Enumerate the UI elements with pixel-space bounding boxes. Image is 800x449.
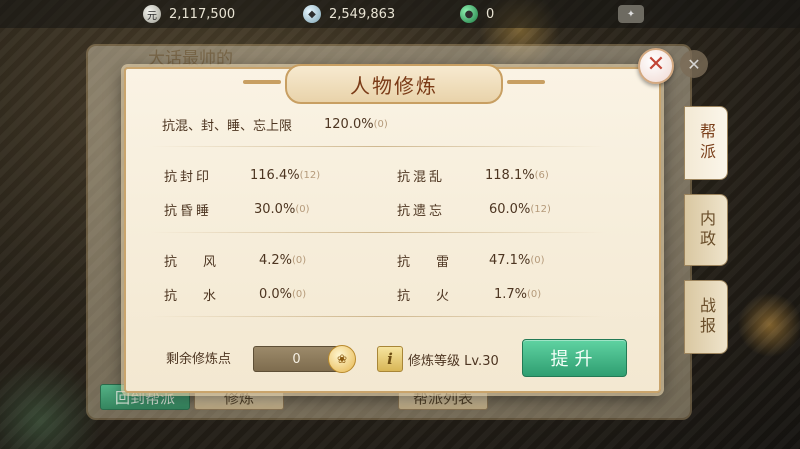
stat-bonus: (0) <box>527 289 542 300</box>
info-icon[interactable]: i <box>377 346 403 372</box>
resource-extra-icon[interactable]: ✦ <box>618 5 644 23</box>
stat-label: 抗 火 <box>397 289 450 304</box>
tab-faction[interactable]: 帮派 <box>684 106 728 180</box>
stat-bonus: (0) <box>292 289 307 300</box>
silver-amount: 2,117,500 <box>169 6 236 22</box>
stat-value: 4.2% <box>259 253 293 268</box>
jade-resource: ● 0 <box>460 4 494 24</box>
stat-value: 0.0% <box>259 287 293 302</box>
stat-value: 47.1% <box>489 253 531 268</box>
stat-value: 60.0% <box>489 202 531 217</box>
stat-value: 118.1% <box>485 168 535 183</box>
stat-bonus: (12) <box>299 170 321 181</box>
stat-label: 抗遗忘 <box>397 204 446 219</box>
dialog-title: 人物修炼 <box>243 64 545 104</box>
divider <box>150 232 605 233</box>
stat-value: 1.7% <box>494 287 528 302</box>
stat-row: 抗混乱 118.1% (6) <box>397 166 549 185</box>
close-icon[interactable]: ✕ <box>638 48 674 84</box>
resist-cap-bonus: (0) <box>373 119 388 130</box>
stat-label: 抗混乱 <box>397 170 446 185</box>
stat-value: 116.4% <box>250 168 300 183</box>
jade-icon: ● <box>460 5 478 23</box>
gem-resource: ◆ 2,549,863 <box>303 4 395 24</box>
add-points-icon[interactable]: ❀ <box>328 345 356 373</box>
stat-row: 抗封印 116.4% (12) <box>164 166 320 185</box>
stat-row: 抗昏睡 30.0% (0) <box>164 200 309 219</box>
resist-cap-label: 抗混、封、睡、忘上限 <box>162 119 293 134</box>
stat-row: 抗 火 1.7% (0) <box>397 285 541 304</box>
divider <box>150 316 605 317</box>
silver-resource: 元 2,117,500 <box>143 4 235 24</box>
tab-internal-affairs[interactable]: 内政 <box>684 194 728 266</box>
resist-cap-row: 抗混、封、睡、忘上限 120.0% (0) <box>162 115 388 134</box>
stat-value: 30.0% <box>254 202 296 217</box>
gem-amount: 2,549,863 <box>329 6 396 22</box>
stat-row: 抗遗忘 60.0% (12) <box>397 200 551 219</box>
stat-label: 抗昏睡 <box>164 204 213 219</box>
stat-label: 抗封印 <box>164 170 213 185</box>
tab-battle-report[interactable]: 战报 <box>684 280 728 354</box>
resist-cap-value: 120.0% <box>324 117 374 132</box>
resource-bar <box>0 0 800 28</box>
remaining-points-label: 剩余修炼点 <box>166 352 232 367</box>
faction-panel-title: 大话最帅的 <box>148 49 233 69</box>
stat-bonus: (12) <box>530 204 551 215</box>
stat-bonus: (6) <box>534 170 549 181</box>
faction-panel-close-icon[interactable]: ✕ <box>680 50 708 78</box>
stat-label: 抗 风 <box>164 255 217 270</box>
stat-row: 抗 雷 47.1% (0) <box>397 251 544 270</box>
remaining-points-field: 0 <box>253 346 340 372</box>
stat-row: 抗 风 4.2% (0) <box>164 251 306 270</box>
gem-icon: ◆ <box>303 5 321 23</box>
stat-bonus: (0) <box>530 255 545 266</box>
jade-amount: 0 <box>486 6 495 22</box>
stat-bonus: (0) <box>292 255 307 266</box>
silver-coin-icon: 元 <box>143 5 161 23</box>
stat-row: 抗 水 0.0% (0) <box>164 285 306 304</box>
stat-bonus: (0) <box>295 204 310 215</box>
cultivation-level-label: 修炼等级 Lv.30 <box>408 354 499 369</box>
upgrade-button[interactable]: 提升 <box>522 339 627 377</box>
stat-label: 抗 雷 <box>397 255 450 270</box>
divider <box>150 146 605 147</box>
stat-label: 抗 水 <box>164 289 217 304</box>
